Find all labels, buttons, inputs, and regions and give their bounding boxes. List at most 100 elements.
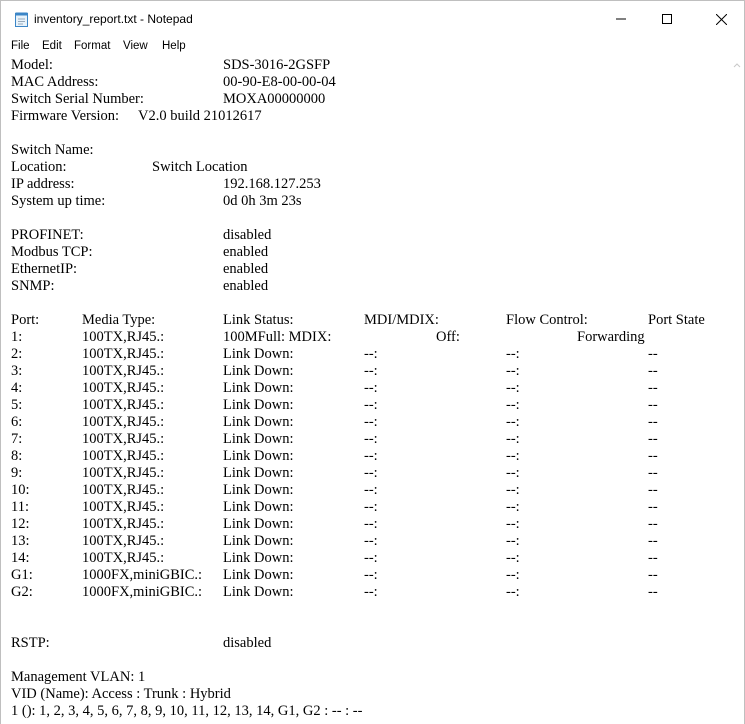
table-row-link: Link Down: — [223, 397, 294, 413]
table-row-mdi: --: — [364, 499, 378, 515]
link-header: Link Status: — [223, 312, 294, 328]
mac-value: 00-90-E8-00-00-04 — [223, 74, 336, 90]
table-row-link: Link Down: — [223, 380, 294, 396]
rstp-value: disabled — [223, 635, 272, 651]
table-row-media: 100TX,RJ45.: — [82, 516, 165, 532]
table-row-port: 5: — [11, 397, 23, 413]
table-row-port: 3: — [11, 363, 23, 379]
table-row-state: -- — [648, 431, 658, 447]
table-row-media: 100TX,RJ45.: — [82, 482, 165, 498]
table-row-media: 100TX,RJ45.: — [82, 533, 165, 549]
table-row-flow: --: — [506, 346, 520, 362]
table-row-state: -- — [648, 516, 658, 532]
table-row-state: -- — [648, 533, 658, 549]
table-row-flow: Off: — [436, 329, 460, 345]
table-row-flow: --: — [506, 397, 520, 413]
mgmt-vlan: Management VLAN: 1 — [11, 669, 146, 685]
profinet-label: PROFINET: — [11, 227, 84, 243]
table-row-link: Link Down: — [223, 414, 294, 430]
menu-edit[interactable]: Edit — [42, 40, 62, 52]
table-row-port: 6: — [11, 414, 23, 430]
table-row-media: 1000FX,miniGBIC.: — [82, 584, 203, 600]
table-row-flow: --: — [506, 465, 520, 481]
table-row-flow: --: — [506, 567, 520, 583]
table-row-link: Link Down: — [223, 346, 294, 362]
table-row-link: Link Down: — [223, 533, 294, 549]
menu-file[interactable]: File — [11, 40, 30, 52]
table-row-flow: --: — [506, 516, 520, 532]
table-row-media: 100TX,RJ45.: — [82, 499, 165, 515]
table-row-link: Link Down: — [223, 482, 294, 498]
window-title: inventory_report.txt - Notepad — [34, 12, 193, 26]
menu-view[interactable]: View — [123, 40, 148, 52]
minimize-icon — [616, 18, 626, 20]
vlan-header: VID (Name): Access : Trunk : Hybrid — [11, 686, 231, 702]
table-row-state: -- — [648, 482, 658, 498]
snmp-label: SNMP: — [11, 278, 55, 294]
location-value: Switch Location — [152, 159, 248, 175]
table-row-state: Forwarding — [577, 329, 645, 345]
table-row-media: 100TX,RJ45.: — [82, 380, 165, 396]
table-row-flow: --: — [506, 499, 520, 515]
table-row-port: 4: — [11, 380, 23, 396]
firmware-label: Firmware Version: — [11, 108, 120, 124]
maximize-button[interactable] — [644, 1, 690, 37]
table-row-media: 100TX,RJ45.: — [82, 550, 165, 566]
table-row-mdi: --: — [364, 414, 378, 430]
close-icon — [715, 13, 727, 25]
uptime-label: System up time: — [11, 193, 106, 209]
mdi-header: MDI/MDIX: — [364, 312, 439, 328]
table-row-state: -- — [648, 414, 658, 430]
table-row-flow: --: — [506, 550, 520, 566]
ip-label: IP address: — [11, 176, 75, 192]
vertical-scrollbar[interactable] — [730, 57, 744, 724]
table-row-port: 11: — [11, 499, 29, 515]
table-row-port: 8: — [11, 448, 23, 464]
table-row-link: Link Down: — [223, 465, 294, 481]
minimize-button[interactable] — [598, 1, 644, 37]
table-row-link: Link Down: — [223, 516, 294, 532]
table-row-flow: --: — [506, 533, 520, 549]
table-row-port: 9: — [11, 465, 23, 481]
table-row-state: -- — [648, 380, 658, 396]
table-row-link: Link Down: — [223, 584, 294, 600]
menu-format[interactable]: Format — [74, 40, 110, 52]
table-row-media: 1000FX,miniGBIC.: — [82, 567, 203, 583]
profinet-value: disabled — [223, 227, 272, 243]
table-row-state: -- — [648, 363, 658, 379]
table-row-state: -- — [648, 567, 658, 583]
table-row-link: Link Down: — [223, 448, 294, 464]
title-bar[interactable]: inventory_report.txt - Notepad — [1, 1, 744, 37]
table-row-flow: --: — [506, 431, 520, 447]
table-row-state: -- — [648, 465, 658, 481]
scroll-up-icon[interactable] — [733, 61, 741, 69]
table-row-port: 13: — [11, 533, 30, 549]
notepad-window: inventory_report.txt - Notepad File Edit… — [0, 0, 745, 724]
modbus-label: Modbus TCP: — [11, 244, 93, 260]
table-row-media: 100TX,RJ45.: — [82, 414, 165, 430]
table-row-port: 2: — [11, 346, 23, 362]
table-row-media: 100TX,RJ45.: — [82, 431, 165, 447]
table-row-link: Link Down: — [223, 550, 294, 566]
table-row-mdi: --: — [364, 584, 378, 600]
table-row-mdi: --: — [364, 465, 378, 481]
flow-header: Flow Control: — [506, 312, 588, 328]
close-button[interactable] — [698, 1, 744, 37]
table-row-media: 100TX,RJ45.: — [82, 397, 165, 413]
table-row-media: 100TX,RJ45.: — [82, 329, 165, 345]
table-row-link: 100MFull: MDIX: — [223, 329, 332, 345]
table-row-mdi: --: — [364, 380, 378, 396]
menu-help[interactable]: Help — [162, 40, 186, 52]
table-row-port: G2: — [11, 584, 33, 600]
ethernetip-label: EthernetIP: — [11, 261, 78, 277]
media-header: Media Type: — [82, 312, 156, 328]
state-header: Port State — [648, 312, 705, 328]
port-header: Port: — [11, 312, 40, 328]
table-row-state: -- — [648, 499, 658, 515]
table-row-state: -- — [648, 397, 658, 413]
table-row-port: 7: — [11, 431, 23, 447]
table-row-state: -- — [648, 448, 658, 464]
text-editor[interactable]: Model: SDS-3016-2GSFP MAC Address: 00-90… — [1, 57, 730, 724]
table-row-mdi: --: — [364, 431, 378, 447]
table-row-port: 12: — [11, 516, 30, 532]
